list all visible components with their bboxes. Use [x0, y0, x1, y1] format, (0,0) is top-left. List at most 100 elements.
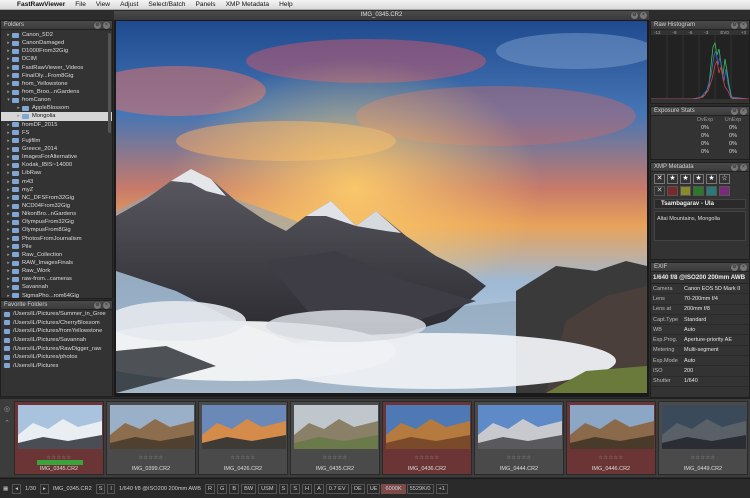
channel-r-button[interactable]: R — [204, 483, 215, 494]
thumbnail-stars[interactable]: ☆☆☆☆☆ — [383, 455, 471, 461]
menu-view[interactable]: View — [91, 1, 115, 8]
status-s3-button[interactable]: S — [290, 483, 301, 494]
menu-adjust[interactable]: Adjust — [115, 1, 143, 8]
status-i-button[interactable]: I — [107, 483, 115, 494]
status-s-button[interactable]: S — [95, 483, 106, 494]
eye-icon[interactable]: ◎ — [4, 405, 10, 413]
close-icon[interactable]: × — [740, 264, 747, 271]
gear-icon[interactable]: ⚙ — [631, 12, 638, 19]
folder-item[interactable]: ▸ from_Broo...nGardens — [1, 88, 112, 96]
disclosure-closed-icon[interactable]: ▸ — [5, 284, 12, 290]
disclosure-closed-icon[interactable]: ▸ — [5, 276, 12, 282]
disclosure-closed-icon[interactable]: ▸ — [5, 48, 12, 54]
disclosure-closed-icon[interactable]: ▸ — [5, 40, 12, 46]
gear-icon[interactable]: ⚙ — [731, 108, 738, 115]
disclosure-closed-icon[interactable]: ▸ — [5, 146, 12, 152]
thumbnail[interactable]: ☆☆☆☆☆ IMG_0426.CR2 — [198, 401, 288, 475]
favorite-folder-item[interactable]: /Users/iL/Pictures/fromYellowstone — [1, 327, 112, 336]
wb-temp-field[interactable]: 6000K — [381, 483, 406, 494]
disclosure-closed-icon[interactable]: ▸ — [5, 195, 12, 201]
thumbnail[interactable]: ☆☆☆☆☆ IMG_0399.CR2 — [106, 401, 196, 475]
disclosure-closed-icon[interactable]: ▸ — [5, 170, 12, 176]
thumbnail-stars[interactable]: ☆☆☆☆☆ — [291, 455, 379, 461]
menu-panels[interactable]: Panels — [190, 1, 220, 8]
favorite-folder-item[interactable]: /Users/iL/Pictures/Summer_in_Gree — [1, 310, 112, 319]
gear-icon[interactable]: ⚙ — [731, 22, 738, 29]
oe-toggle[interactable]: OE — [350, 483, 365, 494]
disclosure-closed-icon[interactable]: ▸ — [15, 105, 22, 111]
disclosure-closed-icon[interactable]: ▸ — [5, 187, 12, 193]
favorite-folder-item[interactable]: /Users/iL/Pictures — [1, 362, 112, 371]
favorite-folder-item[interactable]: /Users/iL/Pictures/CherryBlossom — [1, 319, 112, 328]
color-label-swatch[interactable] — [693, 186, 704, 196]
star-icon[interactable]: ★ — [667, 174, 678, 184]
folder-item[interactable]: ▸ Fujifilm — [1, 137, 112, 145]
gear-icon[interactable]: ⚙ — [94, 22, 101, 29]
disclosure-closed-icon[interactable]: ▸ — [5, 293, 12, 299]
thumbnail[interactable]: ☆☆☆☆☆ IMG_0435.CR2 — [290, 401, 380, 475]
folder-item[interactable]: ▸ DCIM — [1, 55, 112, 63]
grid-icon[interactable]: ▦ — [0, 486, 11, 492]
folder-item[interactable]: ▸ Canon_5D2 — [1, 31, 112, 39]
star-icon[interactable]: ★ — [706, 174, 717, 184]
folder-item[interactable]: ▸ Mongolia — [1, 112, 112, 121]
folder-item[interactable]: ▸ OlympusFrom32Gig — [1, 218, 112, 226]
folder-item[interactable]: ▸ PhotosFromJournalism — [1, 235, 112, 243]
disclosure-closed-icon[interactable]: ▸ — [5, 260, 12, 266]
status-a-button[interactable]: A — [314, 483, 324, 494]
folder-item[interactable]: ▸ CanonDamaged — [1, 39, 112, 47]
folder-item[interactable]: ▸ myZ — [1, 186, 112, 194]
thumbnail-stars[interactable]: ☆☆☆☆☆ — [475, 455, 563, 461]
status-s2-button[interactable]: S — [278, 483, 289, 494]
folder-item[interactable]: ▸ Raw_Work — [1, 267, 112, 275]
folder-item[interactable]: ▸ AppleBlossom — [1, 104, 112, 112]
folder-item[interactable]: ▸ Greece_2014 — [1, 145, 112, 153]
menu-help[interactable]: Help — [274, 1, 298, 8]
disclosure-closed-icon[interactable]: ▸ — [5, 122, 12, 128]
close-icon[interactable]: × — [103, 302, 110, 309]
no-color-icon[interactable]: ✕ — [654, 186, 665, 196]
channel-b-button[interactable]: B — [229, 483, 240, 494]
ev-adjust-field[interactable]: 0.7 EV — [325, 483, 349, 494]
thumbnail-stars[interactable]: ☆☆☆☆☆ — [199, 455, 287, 461]
color-label-swatch[interactable] — [706, 186, 717, 196]
folder-item[interactable]: ▸ Savannah — [1, 283, 112, 291]
menu-file[interactable]: File — [70, 1, 91, 8]
folder-item[interactable]: ▸ Kodak_IBIS~14000 — [1, 161, 112, 169]
next-arrow-icon[interactable]: ▸ — [40, 483, 49, 494]
folder-item[interactable]: ▸ ImagesForAlternative — [1, 153, 112, 161]
xmp-description-field[interactable]: Altai Mountains, Mongolia — [654, 211, 746, 241]
prev-arrow-icon[interactable]: ◂ — [12, 483, 22, 494]
thumbnail-stars[interactable]: ☆☆☆☆☆ — [567, 455, 655, 461]
ue-toggle[interactable]: UE — [366, 483, 381, 494]
thumbnail-stars[interactable]: ☆☆☆☆☆ — [659, 455, 747, 461]
close-icon[interactable]: × — [740, 164, 747, 171]
folder-item[interactable]: ▸ fromDF_2015 — [1, 121, 112, 129]
thumbnail-stars[interactable]: ☆☆☆☆☆ — [107, 455, 195, 461]
disclosure-closed-icon[interactable]: ▸ — [5, 32, 12, 38]
star-icon[interactable]: ★ — [693, 174, 704, 184]
menu-app[interactable]: FastRawViewer — [12, 1, 70, 8]
disclosure-closed-icon[interactable]: ▸ — [15, 113, 22, 119]
disclosure-closed-icon[interactable]: ▸ — [5, 268, 12, 274]
zoom-plus-button[interactable]: +1 — [435, 483, 448, 494]
disclosure-closed-icon[interactable]: ▸ — [5, 73, 12, 79]
folder-item[interactable]: ▸ RAW_ImagesFinals — [1, 259, 112, 267]
thumbnail[interactable]: ☆☆☆☆☆ IMG_0446.CR2 — [566, 401, 656, 475]
favorite-folder-item[interactable]: /Users/iL/Pictures/RawDigger_raw — [1, 344, 112, 353]
folder-item[interactable]: ▸ SigmaPho...rom64Gig — [1, 292, 112, 300]
disclosure-closed-icon[interactable]: ▸ — [5, 162, 12, 168]
color-label-swatch[interactable] — [667, 186, 678, 196]
close-icon[interactable]: × — [640, 12, 647, 19]
folder-item[interactable]: ▸ NC_DFSFrom32Gig — [1, 194, 112, 202]
folders-scrollbar[interactable] — [108, 33, 111, 133]
gear-icon[interactable]: ⚙ — [731, 264, 738, 271]
thumbnail[interactable]: ☆☆☆☆☆ IMG_0444.CR2 — [474, 401, 564, 475]
folder-item[interactable]: ▸ Pile — [1, 243, 112, 251]
status-h-button[interactable]: H — [302, 483, 313, 494]
disclosure-open-icon[interactable]: ▾ — [5, 97, 12, 103]
reject-icon[interactable]: ✕ — [654, 174, 665, 184]
disclosure-closed-icon[interactable]: ▸ — [5, 154, 12, 160]
close-icon[interactable]: × — [103, 22, 110, 29]
disclosure-closed-icon[interactable]: ▸ — [5, 244, 12, 250]
